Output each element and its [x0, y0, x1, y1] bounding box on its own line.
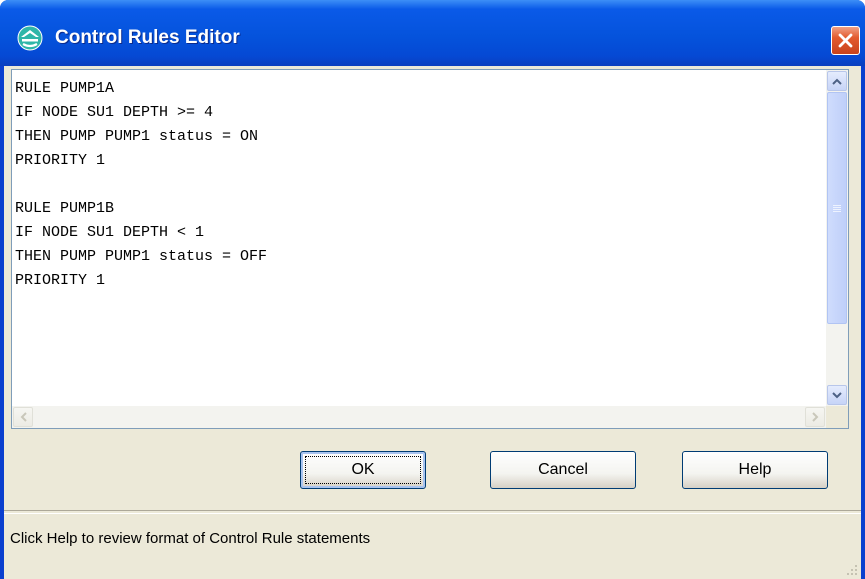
rules-text-editor[interactable]: RULE PUMP1A IF NODE SU1 DEPTH >= 4 THEN … [11, 69, 849, 429]
cancel-button-label: Cancel [538, 461, 588, 478]
control-rules-editor-window: Control Rules Editor RULE PUMP1A IF NODE… [0, 0, 865, 579]
resize-grip-icon[interactable] [843, 561, 859, 577]
help-button[interactable]: Help [682, 451, 828, 489]
rule-line[interactable]: PRIORITY 1 [15, 149, 824, 173]
vertical-scrollbar[interactable] [826, 70, 848, 406]
rule-line[interactable]: THEN PUMP PUMP1 status = ON [15, 125, 824, 149]
help-button-label: Help [738, 461, 772, 478]
horizontal-scrollbar[interactable] [12, 406, 826, 428]
chevron-up-icon [832, 78, 842, 85]
dialog-client-area: RULE PUMP1A IF NODE SU1 DEPTH >= 4 THEN … [4, 66, 861, 579]
grip-icon [833, 204, 841, 212]
status-bar-text: Click Help to review format of Control R… [10, 530, 371, 547]
scroll-up-button[interactable] [827, 71, 847, 91]
chevron-right-icon [811, 412, 818, 422]
scroll-left-button[interactable] [13, 407, 33, 427]
app-icon [17, 25, 43, 51]
rule-line[interactable]: RULE PUMP1B [15, 197, 824, 221]
window-title: Control Rules Editor [55, 27, 240, 48]
cancel-button[interactable]: Cancel [490, 451, 636, 489]
dialog-button-row: OK Cancel Help [4, 451, 861, 491]
close-icon [838, 33, 853, 48]
rule-line[interactable]: IF NODE SU1 DEPTH >= 4 [15, 101, 824, 125]
rule-line[interactable] [15, 173, 824, 197]
chevron-down-icon [832, 391, 842, 398]
title-bar[interactable]: Control Rules Editor [0, 0, 865, 66]
rules-text-content[interactable]: RULE PUMP1A IF NODE SU1 DEPTH >= 4 THEN … [15, 77, 824, 404]
scroll-corner [826, 406, 848, 428]
scroll-down-button[interactable] [827, 385, 847, 405]
rule-line[interactable]: PRIORITY 1 [15, 269, 824, 293]
vertical-scroll-thumb[interactable] [827, 92, 847, 324]
scroll-right-button[interactable] [805, 407, 825, 427]
rule-line[interactable]: RULE PUMP1A [15, 77, 824, 101]
rule-line[interactable]: THEN PUMP PUMP1 status = OFF [15, 245, 824, 269]
close-button[interactable] [831, 26, 860, 55]
rule-line[interactable]: IF NODE SU1 DEPTH < 1 [15, 221, 824, 245]
ok-button[interactable]: OK [300, 451, 426, 489]
chevron-left-icon [20, 412, 27, 422]
status-divider [4, 510, 861, 514]
focus-rectangle [305, 456, 421, 484]
